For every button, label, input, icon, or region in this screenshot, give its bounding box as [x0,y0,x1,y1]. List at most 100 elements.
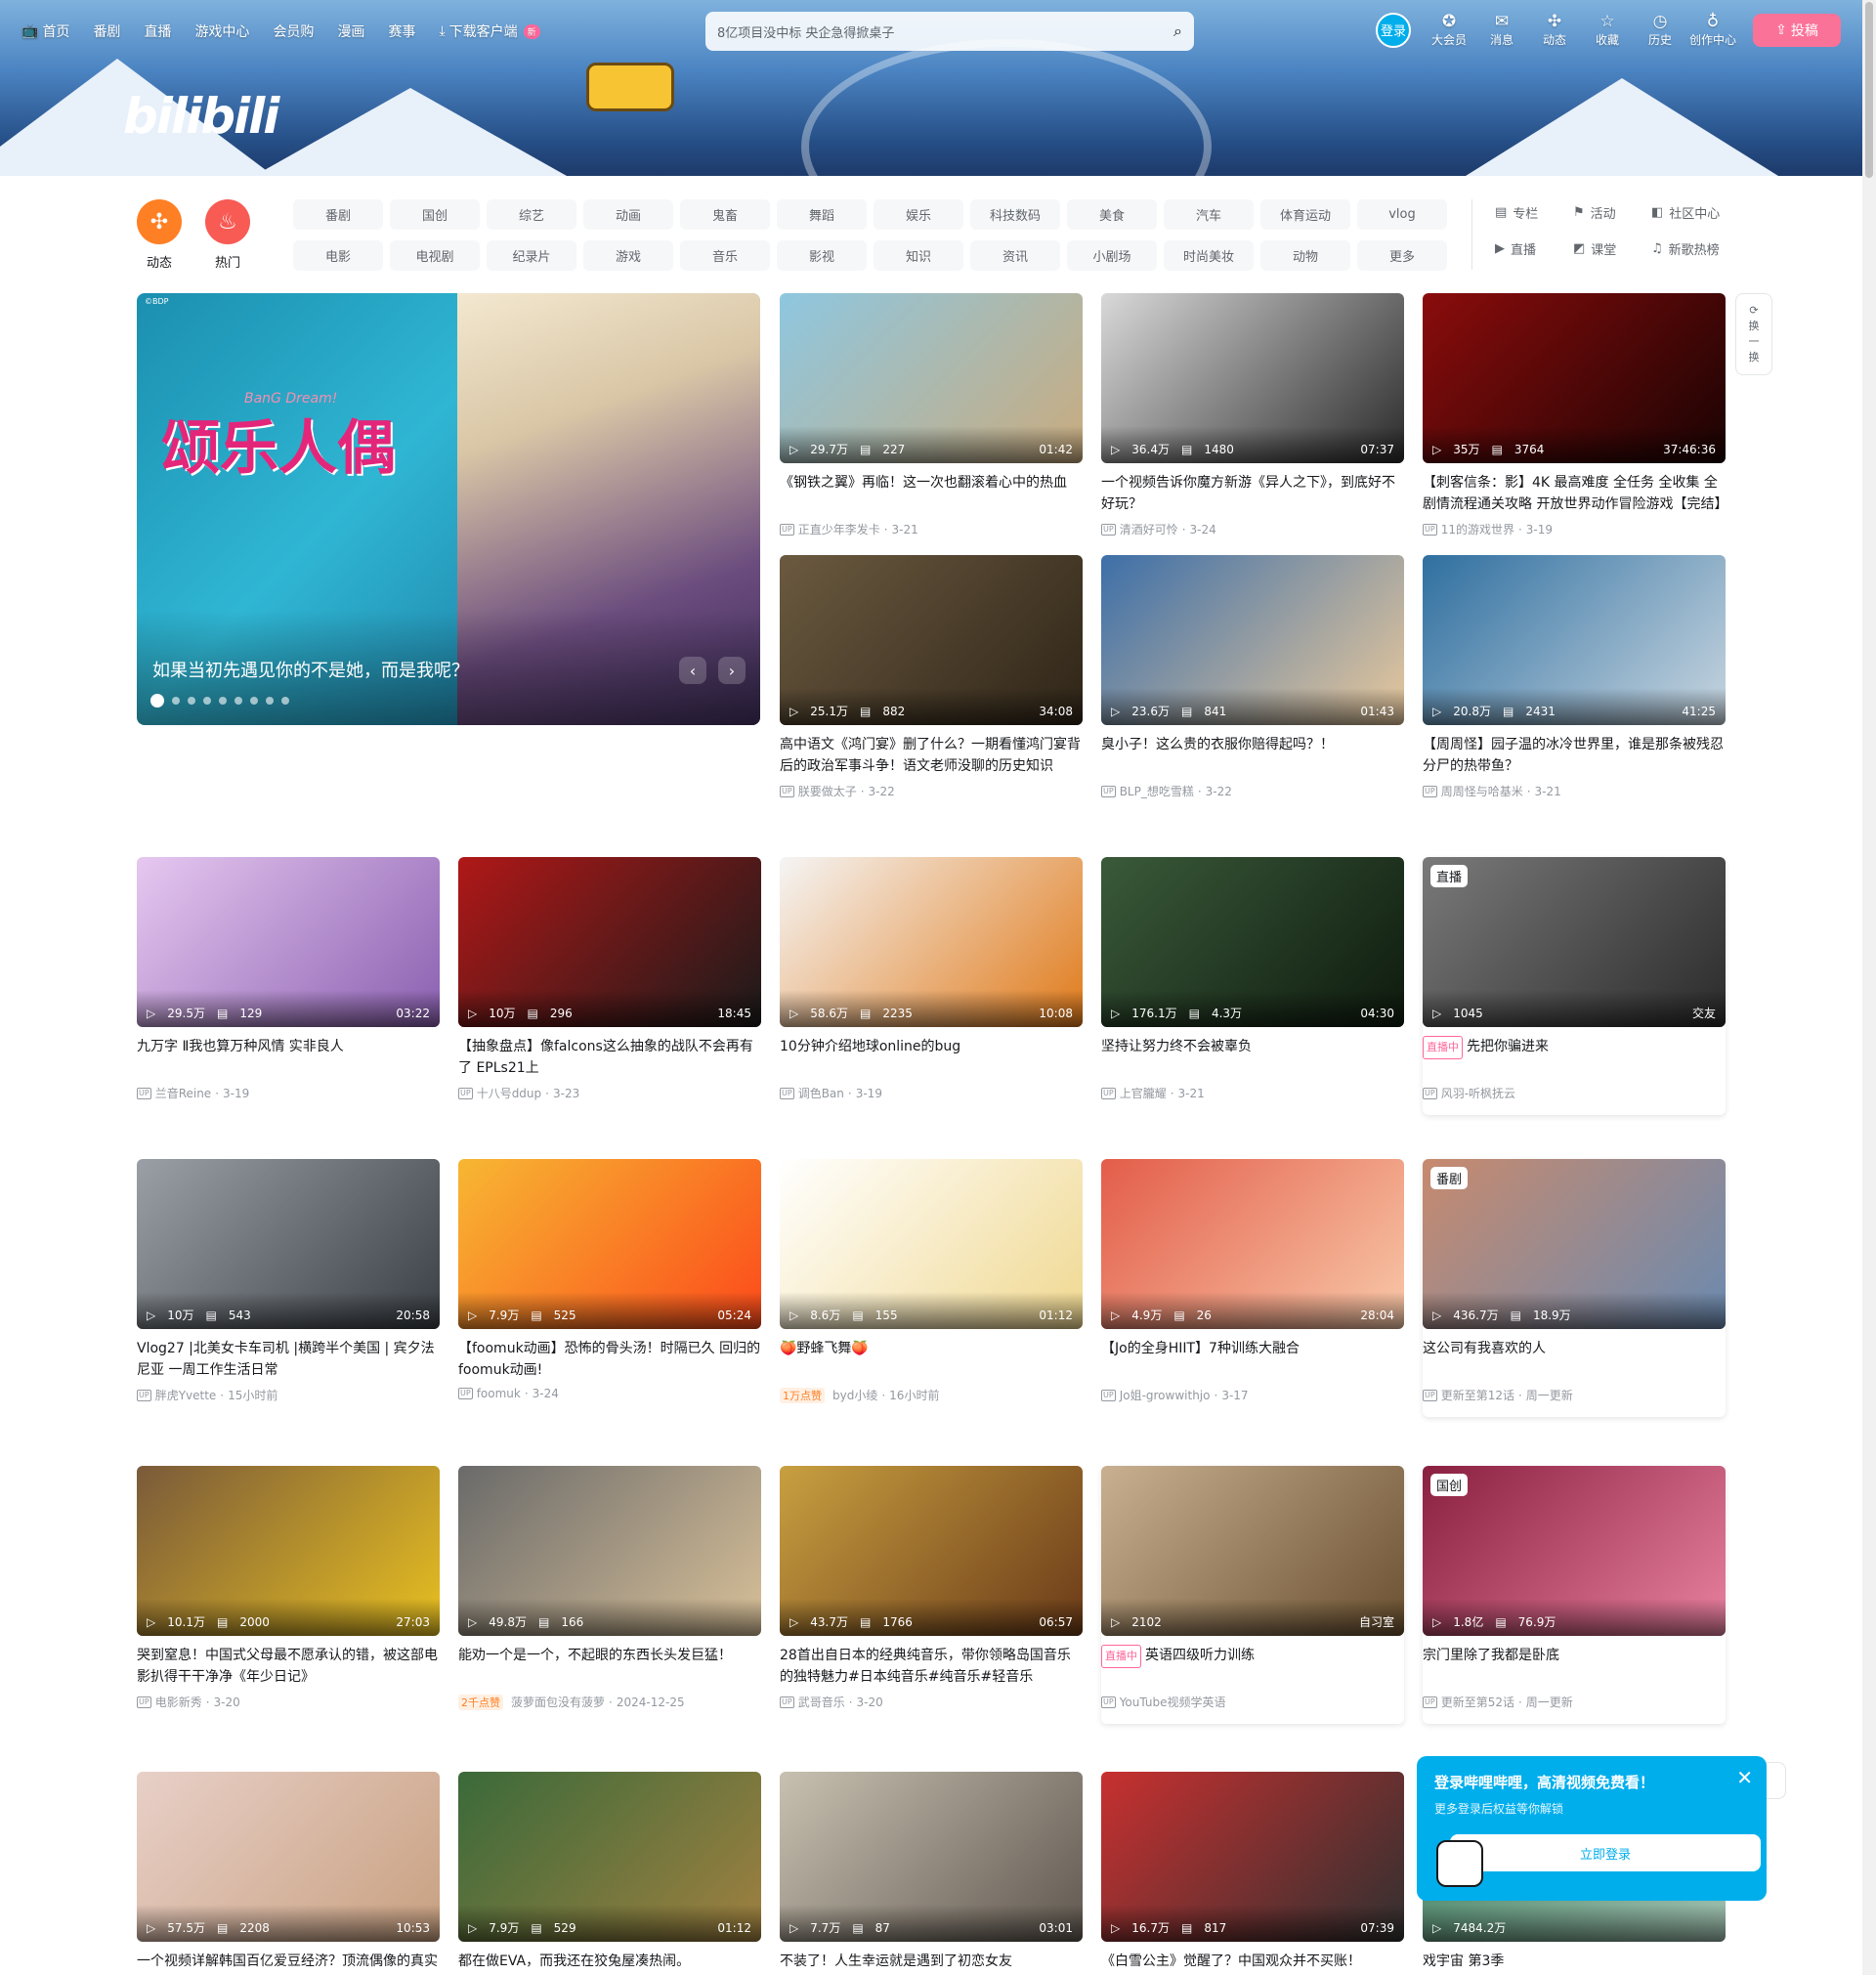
author-name[interactable]: 更新至第52话 [1441,1694,1514,1710]
next-button[interactable]: › [718,657,746,684]
category-tag[interactable]: 电视剧 [390,240,480,271]
category-tag[interactable]: 音乐 [680,240,770,271]
video-title-text[interactable]: 九万字 Ⅱ我也算万种风情 实非良人 [137,1039,344,1054]
video-title[interactable]: Vlog27 |北美女卡车司机 |横跨半个美国 | 宾夕法尼亚 一周工作生活日常 [137,1338,440,1381]
video-card[interactable]: ▷ 29.7万 ▤ 227 01:42 《钢铁之翼》再临！这一次也翻滚着心中的热血 UP 正直… [780,293,1083,537]
author-name[interactable]: 正直少年李发卡 [798,521,880,537]
video-card[interactable]: ▷16.7万▤81707:39《白雪公主》觉醒了？中国观众并不买账！UP [1101,1772,1404,1975]
video-card[interactable]: ▷ 35万 ▤ 3764 37:46:36 【刺客信条：影】4K 最高难度 全任务 全收集… [1423,293,1726,537]
category-tag[interactable]: 美食 [1067,199,1157,230]
video-thumbnail[interactable]: ▷ 25.1万 ▤ 882 34:08 [780,555,1083,725]
carousel-dot[interactable] [172,697,180,705]
carousel-dot[interactable] [281,697,289,705]
video-card[interactable]: ▷ 29.5万 ▤ 129 03:22 九万字 Ⅱ我也算万种风情 实非良人 UP 兰音Rein… [137,857,440,1101]
video-card[interactable]: ▷7.7万▤8703:01不装了！人生幸运就是遇到了初恋女友UP [780,1772,1083,1975]
video-card[interactable]: 直播 ▷ 1045 交友 直播中 先把你骗进来 UP 风羽-听枫抚云 [1423,857,1726,1115]
video-title-text[interactable]: 宗门里除了我都是卧底 [1423,1648,1559,1663]
video-title[interactable]: 九万字 Ⅱ我也算万种风情 实非良人 [137,1036,440,1079]
video-thumbnail[interactable]: ▷ 10.1万 ▤ 2000 27:03 [137,1466,440,1636]
video-title[interactable]: 【foomuk动画】恐怖的骨头汤！时隔已久 回归的foomuk动画! [458,1338,761,1381]
video-title-text[interactable]: Vlog27 |北美女卡车司机 |横跨半个美国 | 宾夕法尼亚 一周工作生活日常 [137,1341,435,1378]
video-title[interactable]: 一个视频详解韩国百亿爱豆经济？顶流偶像的真实收入… [137,1951,440,1975]
category-tag[interactable]: 小剧场 [1067,240,1157,271]
link-live[interactable]: ▶ 直播 [1495,239,1573,258]
author-name[interactable]: 菠萝面包没有菠萝 [511,1694,605,1710]
link-activity[interactable]: ⚑ 活动 [1573,203,1651,222]
category-tag[interactable]: 动画 [583,199,673,230]
author-name[interactable]: 调色Ban [798,1085,844,1101]
video-thumbnail[interactable]: ▷ 36.4万 ▤ 1480 07:37 [1101,293,1404,463]
video-card[interactable]: ▷ 176.1万 ▤ 4.3万 04:30 坚持让努力终不会被辜负 UP 上官朧耀 · 3-21 [1101,857,1404,1101]
author-name[interactable]: 上官朧耀 [1120,1085,1167,1101]
nav-manga[interactable]: 漫画 [337,21,364,41]
video-thumbnail[interactable]: ▷ 16.7万 ▤ 817 07:39 [1101,1772,1404,1942]
video-card[interactable]: ▷ 4.9万 ▤ 26 28:04 【Jo的全身HIIT】7种训练大融合 UP Jo姐-gro… [1101,1159,1404,1403]
video-card[interactable]: 番剧 ▷ 436.7万 ▤ 18.9万 这公司有我喜欢的人 UP 更新至第12话 · 周一更新 [1423,1159,1726,1417]
video-title-text[interactable]: 不装了！人生幸运就是遇到了初恋女友 [780,1954,1012,1969]
carousel-title[interactable]: 如果当初先遇见你的不是她，而是我呢？ [152,657,469,682]
category-tag[interactable]: 纪录片 [487,240,576,271]
category-tag[interactable]: 体育运动 [1260,199,1350,230]
author-name[interactable]: 清酒好可怜 [1120,521,1178,537]
video-title-text[interactable]: 坚持让努力终不会被辜负 [1101,1039,1252,1054]
author-name[interactable]: BLP_想吃雪糕 [1120,783,1194,799]
nav-vip[interactable]: ✪ 大会员 [1423,12,1475,48]
category-tag[interactable]: vlog [1357,199,1447,230]
video-title-text[interactable]: 这公司有我喜欢的人 [1423,1341,1546,1356]
author-name[interactable]: YouTube视频学英语 [1120,1694,1226,1710]
video-thumbnail[interactable]: ▷ 8.6万 ▤ 155 01:12 [780,1159,1083,1329]
video-thumbnail[interactable]: ▷ 35万 ▤ 3764 37:46:36 [1423,293,1726,463]
nav-dynamic[interactable]: ✣ 动态 [1528,12,1581,48]
video-title[interactable]: 坚持让努力终不会被辜负 [1101,1036,1404,1079]
carousel-dot[interactable] [150,694,164,708]
category-tag[interactable]: 娱乐 [874,199,963,230]
category-tag[interactable]: 舞蹈 [777,199,867,230]
nav-creator[interactable]: ♁ 创作中心 [1686,12,1739,48]
video-thumbnail[interactable]: ▷ 2102 自习室 [1101,1466,1404,1636]
video-title-text[interactable]: 【抽象盘点】像falcons这么抽象的战队不会再有了 EPLs21上 [458,1039,753,1076]
search-input[interactable]: 8亿项目没中标 央企急得掀桌子 [717,22,1173,41]
carousel-dot[interactable] [266,697,274,705]
upload-button[interactable]: ⇪ 投稿 [1753,13,1841,47]
category-tag[interactable]: 游戏 [583,240,673,271]
video-title[interactable]: 【Jo的全身HIIT】7种训练大融合 [1101,1338,1404,1381]
video-title[interactable]: 臭小子！这么贵的衣服你赔得起吗？！ [1101,734,1404,777]
popup-login-button[interactable]: 立即登录 [1450,1834,1761,1871]
carousel-dot[interactable] [250,697,258,705]
category-tag[interactable]: 番剧 [293,199,383,230]
author-name[interactable]: 11的游戏世界 [1441,521,1514,537]
dynamic-circle-button[interactable]: ✣ [137,199,182,244]
video-title[interactable]: 【刺客信条：影】4K 最高难度 全任务 全收集 全剧情流程通关攻略 开放世界动作… [1423,472,1726,515]
video-title-text[interactable]: 【刺客信条：影】4K 最高难度 全任务 全收集 全剧情流程通关攻略 开放世界动作… [1423,475,1726,512]
video-title-text[interactable]: 《钢铁之翼》再临！这一次也翻滚着心中的热血 [780,475,1067,491]
video-title-text[interactable]: 都在做EVA，而我还在狡兔屋凑热闹。 [458,1954,690,1969]
nav-match[interactable]: 赛事 [388,21,415,41]
video-title[interactable]: 哭到窒息！中国式父母最不愿承认的错，被这部电影扒得干干净净《年少日记》 [137,1645,440,1688]
video-card[interactable]: ▷ 10万 ▤ 543 20:58 Vlog27 |北美女卡车司机 |横跨半个美国 | 宾… [137,1159,440,1403]
video-thumbnail[interactable]: 直播 ▷ 1045 交友 [1423,857,1726,1027]
video-title-text[interactable]: 戏宇宙 第3季 [1423,1954,1504,1969]
link-music-chart[interactable]: ♫ 新歌热榜 [1651,239,1749,258]
video-card[interactable]: ▷ 58.6万 ▤ 2235 10:08 10分钟介绍地球online的bug UP 调色Ba… [780,857,1083,1101]
video-card[interactable]: ▷ 25.1万 ▤ 882 34:08 高中语文《鸿门宴》删了什么？一期看懂鸿门宴背后的政… [780,555,1083,799]
category-tag[interactable]: 资讯 [970,240,1060,271]
video-title-text[interactable]: 10分钟介绍地球online的bug [780,1039,960,1054]
carousel-dot[interactable] [219,697,227,705]
author-name[interactable]: 风羽-听枫抚云 [1441,1085,1515,1101]
category-tag[interactable]: 知识 [874,240,963,271]
video-title-text[interactable]: 🍑野蜂飞舞🍑 [780,1341,869,1356]
video-title[interactable]: 🍑野蜂飞舞🍑 [780,1338,1083,1381]
video-card[interactable]: ▷ 2102 自习室 直播中 英语四级听力训练 UP YouTube视频学英语 [1101,1466,1404,1724]
search-icon[interactable]: ⌕ [1173,21,1182,41]
video-thumbnail[interactable]: ▷ 176.1万 ▤ 4.3万 04:30 [1101,857,1404,1027]
video-card[interactable]: ▷ 10万 ▤ 296 18:45 【抽象盘点】像falcons这么抽象的战队不会再有了 … [458,857,761,1101]
category-tag[interactable]: 科技数码 [970,199,1060,230]
video-title-text[interactable]: 臭小子！这么贵的衣服你赔得起吗？！ [1101,737,1334,752]
video-card[interactable]: ▷ 8.6万 ▤ 155 01:12 🍑野蜂飞舞🍑 1万点赞 byd小绫 · 16小时前 [780,1159,1083,1403]
carousel-dot[interactable] [188,697,195,705]
author-name[interactable]: 朕要做太子 [798,783,857,799]
video-card[interactable]: ▷ 49.8万 ▤ 166 能劝一个是一个，不起眼的东西长头发巨猛！ 2千点赞 菠萝面包没有… [458,1466,761,1710]
video-title[interactable]: 这公司有我喜欢的人 [1423,1338,1726,1381]
video-title[interactable]: 能劝一个是一个，不起眼的东西长头发巨猛！ [458,1645,761,1688]
video-thumbnail[interactable]: 国创 ▷ 1.8亿 ▤ 76.9万 [1423,1466,1726,1636]
